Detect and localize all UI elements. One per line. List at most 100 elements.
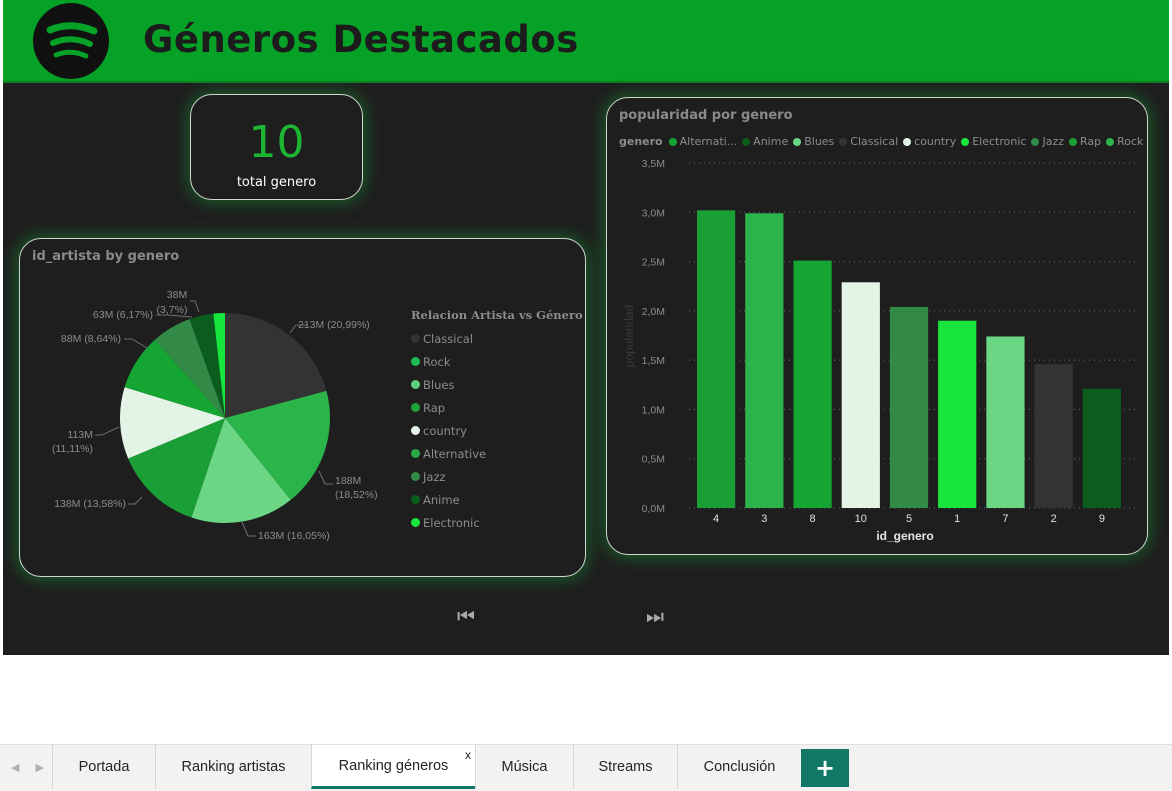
y-tick-label: 1,5M: [642, 355, 665, 367]
bar-genero-4[interactable]: [697, 210, 736, 509]
pie-legend-item[interactable]: Alternative: [411, 442, 486, 465]
legend-label: Rock: [423, 354, 451, 369]
header-banner: Géneros Destacados: [3, 0, 1169, 83]
x-tick-label: 4: [713, 513, 719, 525]
pie-legend-item[interactable]: Anime: [411, 488, 486, 511]
bar-genero-7[interactable]: [986, 336, 1025, 508]
add-page-button[interactable]: +: [801, 749, 849, 787]
legend-dot: [411, 334, 420, 343]
legend-dot: [411, 380, 420, 389]
y-tick-label: 2,5M: [642, 257, 665, 269]
x-tick-label: 2: [1051, 513, 1057, 525]
x-tick-label: 1: [954, 513, 960, 525]
legend-label: Alternative: [423, 446, 487, 461]
close-tab-icon[interactable]: x: [465, 748, 471, 762]
kpi-value: 10: [248, 117, 305, 168]
pie-legend-title: Relacion Artista vs Género: [411, 308, 583, 322]
legend-label: Jazz: [423, 469, 446, 484]
legend-dot: [411, 357, 420, 366]
y-tick-label: 2,0M: [642, 306, 665, 318]
total-genre-card[interactable]: 10 total genero: [190, 94, 363, 200]
bar-chart-card[interactable]: popularidad por genero genero Alternati.…: [606, 97, 1148, 555]
bar-genero-5[interactable]: [889, 306, 929, 508]
x-tick-label: 3: [761, 513, 767, 525]
y-tick-label: 3,0M: [642, 207, 665, 219]
pie-leader-line: [241, 521, 256, 537]
page-tab-bar: ◀ ▶ Portada Ranking artistas Ranking gén…: [0, 744, 1172, 791]
bar-genero-3[interactable]: [745, 213, 784, 508]
legend-dot: [411, 403, 420, 412]
x-tick-label: 8: [809, 513, 815, 525]
tab-portada[interactable]: Portada: [52, 745, 155, 789]
tab-label: Ranking géneros: [338, 757, 449, 774]
pie-data-label: (3,7%): [157, 304, 188, 316]
legend-dot: [411, 426, 420, 435]
skip-forward-icon: ⏭: [646, 604, 664, 628]
pie-data-label: 88M (8,64%): [61, 333, 121, 345]
pie-data-label: (11,11%): [52, 443, 93, 455]
pie-data-label: 138M (13,58%): [54, 498, 126, 510]
legend-dot: [411, 518, 420, 527]
tab-scroll-arrows: ◀ ▶: [3, 745, 52, 789]
pie-legend-item[interactable]: country: [411, 419, 486, 442]
legend-dot: [411, 495, 420, 504]
pie-data-label: 113M: [68, 429, 94, 441]
bar-genero-1[interactable]: [938, 320, 977, 508]
x-tick-label: 9: [1099, 513, 1105, 525]
pie-data-label: 63M (6,17%): [93, 309, 153, 321]
pie-leader-line: [124, 338, 148, 349]
pie-legend-item[interactable]: Blues: [411, 373, 486, 396]
tab-scroll-left-icon[interactable]: ◀: [11, 761, 19, 774]
y-tick-label: 0,0M: [642, 503, 665, 515]
legend-label: Classical: [423, 331, 474, 346]
x-tick-label: 7: [1002, 513, 1008, 525]
legend-label: Electronic: [423, 515, 480, 530]
legend-dot: [411, 449, 420, 458]
bar-genero-2[interactable]: [1034, 364, 1073, 508]
y-axis-label: popularidad: [622, 305, 636, 368]
pie-legend: Classical Rock Blues Rap country Alternative J…: [411, 327, 486, 534]
pie-leader-line: [318, 470, 333, 485]
bar-chart[interactable]: 0,0M 0,5M 1,0M 1,5M 2,0M 2,5M 3,0M 3,5M 4 3 8 10 5 1 7…: [607, 98, 1147, 554]
pie-data-label: 188M: [335, 475, 361, 487]
pie-data-label: 38M: [167, 289, 187, 301]
pie-legend-item[interactable]: Rap: [411, 396, 486, 419]
legend-label: country: [423, 423, 467, 438]
y-tick-label: 1,0M: [642, 404, 665, 416]
legend-label: Blues: [423, 377, 455, 392]
tab-ranking-generos[interactable]: Ranking géneros x: [311, 745, 475, 789]
pie-leader-line: [190, 300, 200, 313]
bar-genero-9[interactable]: [1082, 388, 1121, 508]
legend-dot: [411, 472, 420, 481]
pie-data-label: 163M (16,05%): [258, 530, 330, 542]
legend-label: Anime: [423, 492, 460, 507]
bar-genero-8[interactable]: [793, 260, 832, 508]
pie-chart-card[interactable]: id_artista by genero 213M (20,99%) 188M (1…: [19, 238, 586, 577]
report-canvas: Géneros Destacados 10 total genero id_ar…: [3, 0, 1169, 655]
skip-forward-button[interactable]: ⏭: [590, 595, 720, 637]
pie-legend-item[interactable]: Jazz: [411, 465, 486, 488]
tab-scroll-right-icon[interactable]: ▶: [36, 761, 44, 774]
tab-ranking-artistas[interactable]: Ranking artistas: [155, 745, 311, 789]
x-tick-label: 10: [855, 513, 867, 525]
skip-back-icon: ⏮: [457, 604, 475, 628]
bar-genero-10[interactable]: [841, 282, 880, 508]
legend-label: Rap: [423, 400, 446, 415]
skip-back-button[interactable]: ⏮: [401, 595, 531, 637]
tab-conclusion[interactable]: Conclusión: [677, 745, 801, 789]
kpi-label: total genero: [236, 175, 317, 190]
y-tick-label: 3,5M: [642, 158, 665, 170]
y-tick-label: 0,5M: [642, 454, 665, 466]
pie-chart[interactable]: 213M (20,99%) 188M (18,52%) 163M (16,05%) 13…: [20, 239, 585, 576]
pie-legend-item[interactable]: Electronic: [411, 511, 486, 534]
page-title: Géneros Destacados: [143, 18, 579, 61]
pie-data-label: 213M (20,99%): [298, 319, 370, 331]
pie-leader-line: [95, 426, 120, 436]
spotify-logo-icon: [33, 3, 109, 79]
tab-streams[interactable]: Streams: [573, 745, 677, 789]
pie-legend-item[interactable]: Classical: [411, 327, 486, 350]
pie-legend-item[interactable]: Rock: [411, 350, 486, 373]
x-axis-label: id_genero: [876, 529, 933, 543]
tab-musica[interactable]: Música: [475, 745, 573, 789]
x-tick-label: 5: [906, 513, 912, 525]
